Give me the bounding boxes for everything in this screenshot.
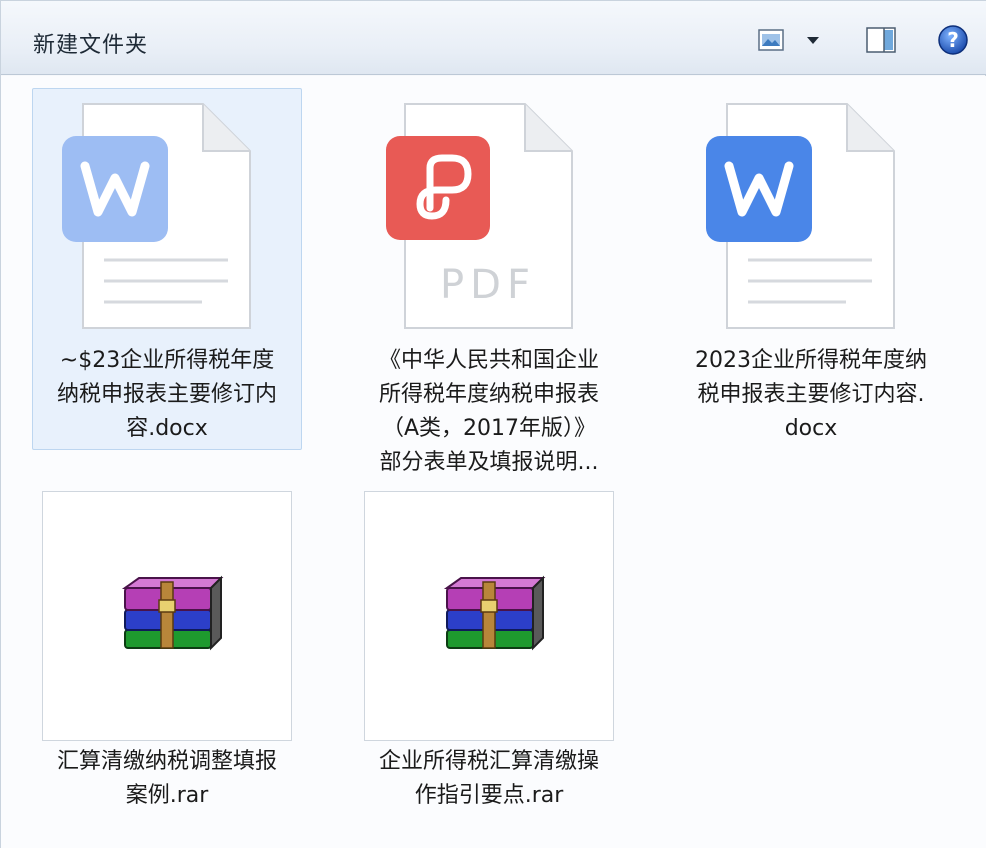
help-icon: ?: [938, 25, 968, 55]
wps-writer-icon: [706, 103, 895, 329]
folder-title: 新建文件夹: [33, 33, 149, 58]
file-item[interactable]: PDF 《中华人民共和国企业 所得税年度纳税申报表 （A类，2017年版）》 部…: [354, 88, 624, 488]
file-thumbnail: [32, 88, 302, 338]
change-view-button[interactable]: [753, 23, 789, 57]
winrar-archive-icon: [443, 575, 546, 651]
view-options-dropdown[interactable]: [799, 23, 827, 57]
file-thumbnail: [676, 88, 946, 338]
views-icon: [758, 29, 784, 51]
file-thumbnail: [42, 491, 292, 741]
file-name: 汇算清缴纳税调整填报 案例.rar: [56, 749, 277, 808]
file-name: ~$23企业所得税年度 纳税申报表主要修订内 容.docx: [56, 348, 277, 441]
svg-text:?: ?: [947, 28, 959, 52]
svg-text:PDF: PDF: [440, 262, 536, 308]
file-name: 企业所得税汇算清缴操 作指引要点.rar: [378, 749, 599, 808]
file-item[interactable]: 企业所得税汇算清缴操 作指引要点.rar: [354, 491, 624, 821]
file-item[interactable]: 汇算清缴纳税调整填报 案例.rar: [32, 491, 302, 821]
file-name: 2023企业所得税年度纳 税申报表主要修订内容. docx: [695, 348, 927, 441]
file-item[interactable]: ~$23企业所得税年度 纳税申报表主要修订内 容.docx: [32, 88, 302, 450]
pdf-icon: PDF: [386, 103, 573, 329]
explorer-window: 新建文件夹 ? ~$23企业所得税年度 纳税申报表主要修订内 容.docx PD…: [0, 0, 986, 848]
file-thumbnail: PDF: [354, 88, 624, 338]
help-button[interactable]: ?: [933, 23, 973, 57]
file-item[interactable]: 2023企业所得税年度纳 税申报表主要修订内容. docx: [676, 88, 946, 450]
winrar-archive-icon: [121, 575, 224, 651]
toolbar: 新建文件夹 ?: [1, 1, 986, 75]
file-list: ~$23企业所得税年度 纳税申报表主要修订内 容.docx PDF 《中华人民共…: [1, 76, 986, 848]
preview-pane-button[interactable]: [861, 23, 901, 57]
preview-pane-icon: [866, 27, 896, 53]
file-name: 《中华人民共和国企业 所得税年度纳税申报表 （A类，2017年版）》 部分表单及…: [378, 348, 599, 475]
chevron-down-icon: [807, 37, 819, 44]
file-thumbnail: [364, 491, 614, 741]
wps-writer-icon: [62, 103, 251, 329]
